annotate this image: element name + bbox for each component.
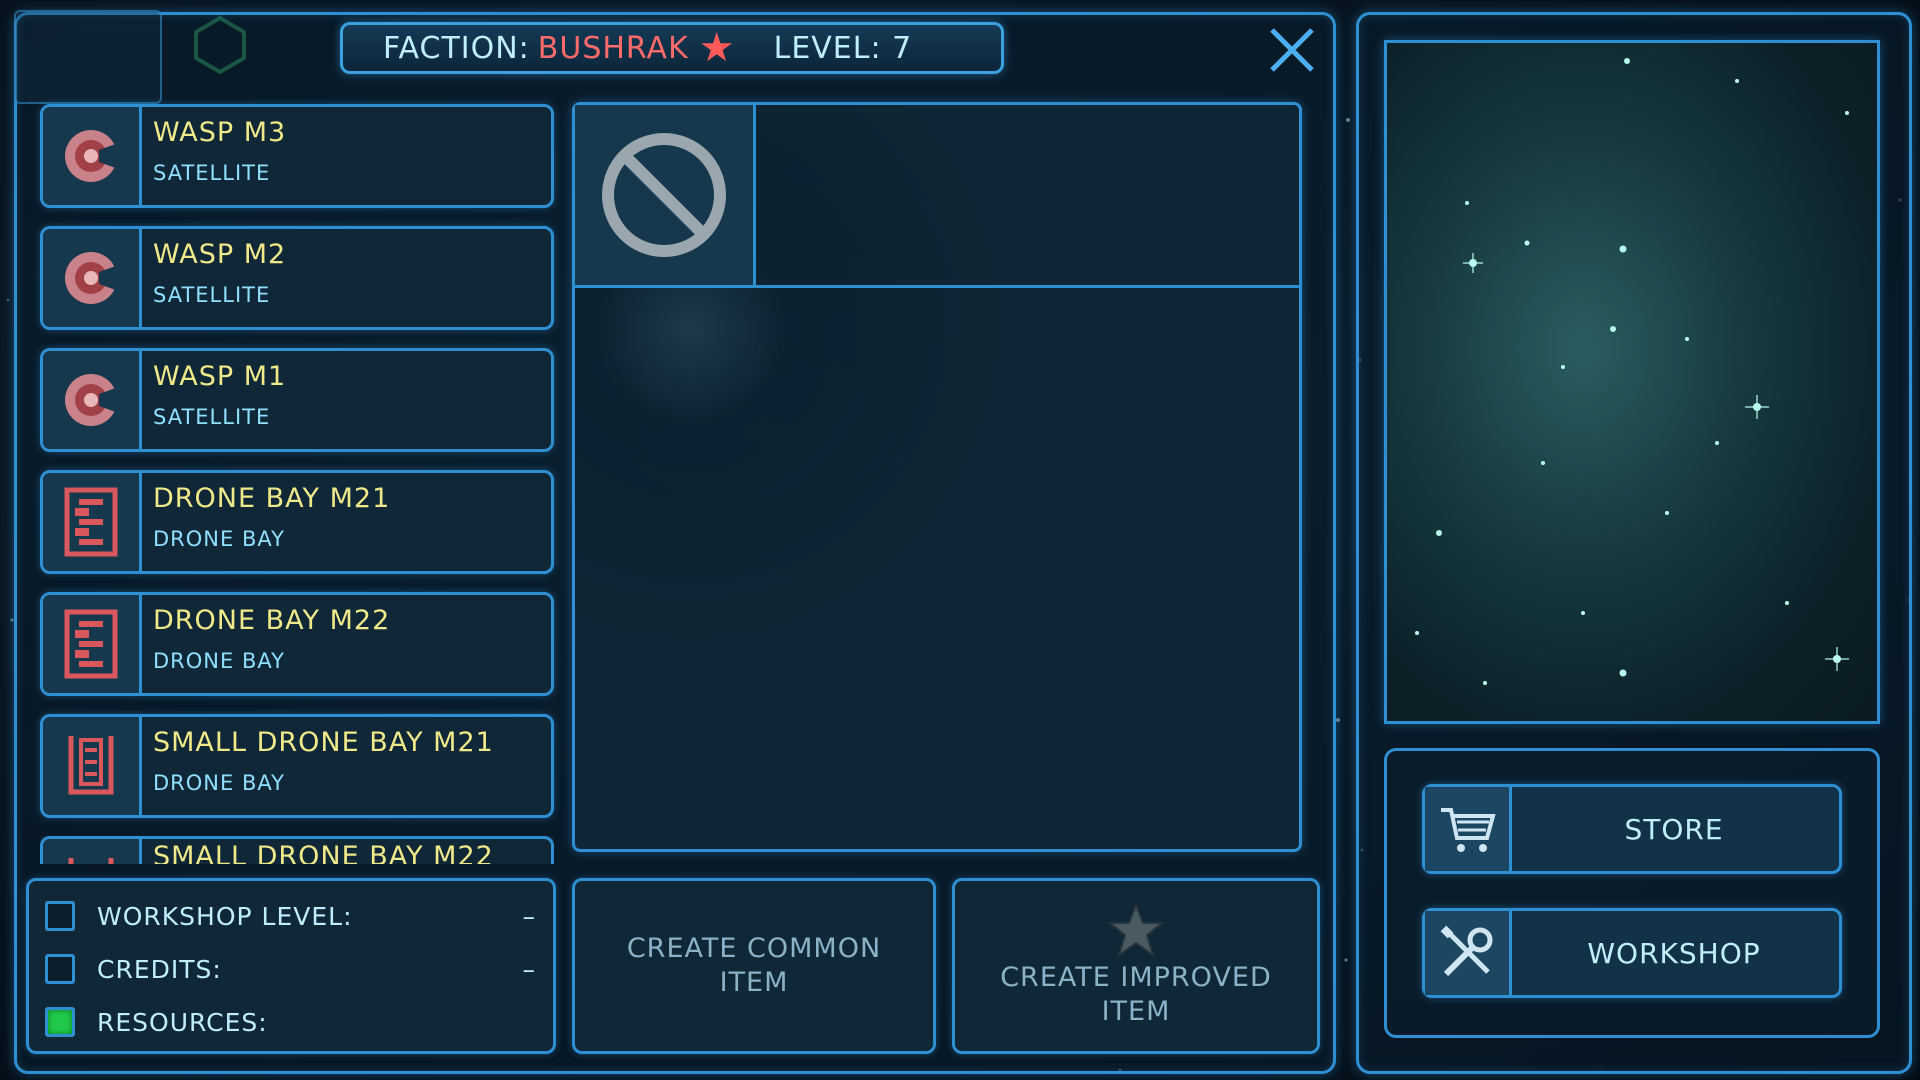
create-improved-label: CREATE IMPROVED ITEM xyxy=(1000,962,1272,1027)
workshop-label: WORKSHOP xyxy=(1587,936,1761,970)
drone-bay-icon xyxy=(43,595,142,693)
item-type: SATELLITE xyxy=(153,283,271,307)
requirements-panel: WORKSHOP LEVEL: – CREDITS: – RESOURCES: xyxy=(26,878,556,1054)
close-button[interactable] xyxy=(1266,24,1318,76)
ghost-counter xyxy=(190,14,250,84)
create-common-label: CREATE COMMON ITEM xyxy=(626,933,882,998)
faction-label: FACTION: xyxy=(383,30,530,66)
workshop-button[interactable]: WORKSHOP xyxy=(1422,908,1842,998)
workshop-level-row: WORKSHOP LEVEL: – xyxy=(45,896,545,936)
no-item-icon xyxy=(602,133,726,257)
create-improved-item-button[interactable]: CREATE IMPROVED ITEM xyxy=(952,878,1320,1054)
item-type: DRONE BAY xyxy=(153,527,285,551)
item-name: DRONE BAY M22 xyxy=(153,605,391,636)
list-item[interactable]: WASP M2 SATELLITE xyxy=(40,226,554,330)
list-item[interactable]: SMALL DRONE BAY M22 xyxy=(40,836,554,864)
drone-bay-icon xyxy=(43,473,142,571)
resources-check xyxy=(45,1007,75,1037)
space-viewport xyxy=(1384,40,1880,724)
item-type: SATELLITE xyxy=(153,405,271,429)
credits-row: CREDITS: – xyxy=(45,949,545,989)
list-item[interactable]: DRONE BAY M22 DRONE BAY xyxy=(40,592,554,696)
credits-check xyxy=(45,954,75,984)
preview-divider xyxy=(753,285,1299,288)
space-stars xyxy=(1415,58,1849,685)
workshop-level-label: WORKSHOP LEVEL: xyxy=(97,901,353,931)
item-name: WASP M1 xyxy=(153,361,287,392)
resources-row: RESOURCES: xyxy=(45,1002,545,1042)
cart-icon xyxy=(1425,787,1512,871)
item-type: SATELLITE xyxy=(153,161,271,185)
credits-label: CREDITS: xyxy=(97,954,222,984)
satellite-icon xyxy=(43,229,142,327)
credits-value: – xyxy=(522,954,536,984)
list-item[interactable]: SMALL DRONE BAY M21 DRONE BAY xyxy=(40,714,554,818)
resources-label: RESOURCES: xyxy=(97,1007,268,1037)
satellite-icon xyxy=(43,351,142,449)
small-drone-bay-icon xyxy=(43,717,142,815)
star-icon xyxy=(1108,903,1164,957)
list-item[interactable]: DRONE BAY M21 DRONE BAY xyxy=(40,470,554,574)
item-name: SMALL DRONE BAY M22 xyxy=(153,841,494,864)
list-item[interactable]: WASP M1 SATELLITE xyxy=(40,348,554,452)
faction-name: BUSHRAK xyxy=(537,30,689,66)
item-name: WASP M2 xyxy=(153,239,287,270)
faction-star-icon: ★ xyxy=(698,25,736,71)
close-icon xyxy=(1270,28,1314,72)
small-drone-bay-icon xyxy=(43,839,142,864)
workshop-level-value: – xyxy=(522,901,536,931)
item-name: DRONE BAY M21 xyxy=(153,483,391,514)
item-type: DRONE BAY xyxy=(153,771,285,795)
list-item[interactable]: WASP M3 SATELLITE xyxy=(40,104,554,208)
tools-icon xyxy=(1425,911,1512,995)
item-name: WASP M3 xyxy=(153,117,287,148)
list-clip: SMALL DRONE BAY M22 xyxy=(40,836,554,864)
store-button[interactable]: STORE xyxy=(1422,784,1842,874)
item-type: DRONE BAY xyxy=(153,649,285,673)
store-label: STORE xyxy=(1624,812,1724,846)
workshop-level-check xyxy=(45,901,75,931)
item-name: SMALL DRONE BAY M21 xyxy=(153,727,494,758)
satellite-icon xyxy=(43,107,142,205)
faction-bar: FACTION: BUSHRAK ★ LEVEL: 7 xyxy=(340,22,1004,74)
item-thumbnail xyxy=(575,105,756,288)
create-common-item-button[interactable]: CREATE COMMON ITEM xyxy=(572,878,936,1054)
pilot-avatar xyxy=(14,10,162,104)
level-label: LEVEL: 7 xyxy=(773,30,913,66)
item-preview-panel xyxy=(572,102,1302,852)
